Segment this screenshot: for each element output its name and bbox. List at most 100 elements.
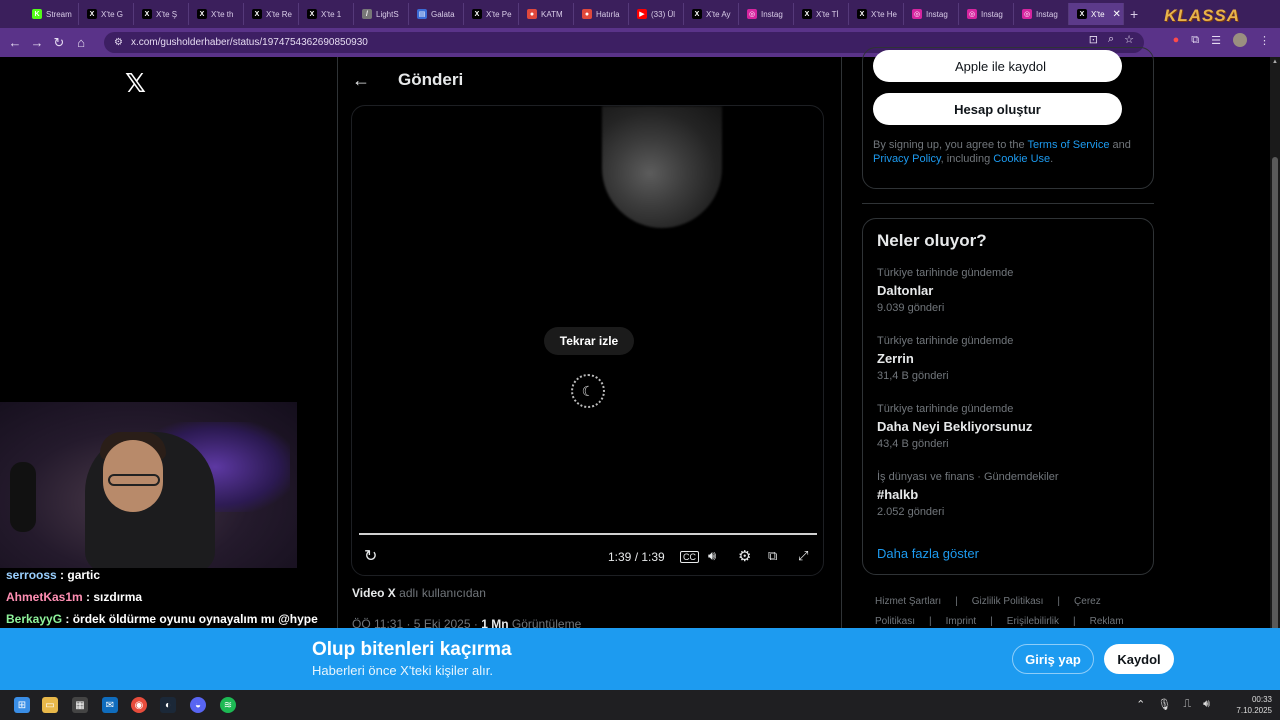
back-icon[interactable]: ← <box>4 32 26 54</box>
trend-context: Türkiye tarihinde gündemde <box>877 403 1014 415</box>
footer-separator: | <box>1057 596 1061 607</box>
scroll-thumb[interactable] <box>1272 157 1278 697</box>
tab-favicon-icon: / <box>362 9 372 19</box>
bookmark-star-icon[interactable]: ☆ <box>1124 33 1134 46</box>
home-icon[interactable]: ⌂ <box>70 32 92 54</box>
tab-label: X'te Ay <box>706 9 731 19</box>
reload-icon[interactable]: ↻ <box>48 32 70 54</box>
system-tray: ⌃ 🎙︎ ⎍ 🔊︎ <box>1136 698 1210 711</box>
browser-tab[interactable]: X X'te Ş <box>134 3 189 25</box>
file-explorer-icon[interactable]: ▭ <box>42 697 58 713</box>
tab-favicon-icon: X <box>307 9 317 19</box>
clock-date: 7.10.2025 <box>1236 706 1272 715</box>
settings-gear-icon[interactable]: ⚙ <box>738 547 751 565</box>
pip-icon[interactable]: ⧉ <box>768 548 777 564</box>
footer-link[interactable]: Gizlilik Politikası <box>972 596 1044 607</box>
browser-tab[interactable]: ▤ Galata <box>409 3 464 25</box>
browser-tab[interactable]: X X'te He <box>849 3 904 25</box>
spotify-icon[interactable]: ≋ <box>220 697 236 713</box>
steam-icon[interactable]: ◐ <box>160 697 176 713</box>
page-scrollbar[interactable]: ▲ <box>1270 57 1280 697</box>
source-user-link[interactable]: Video X <box>352 586 396 600</box>
trend-item[interactable]: İş dünyası ve finans · Gündemdekiler #hal… <box>877 471 1137 518</box>
browser-tab[interactable]: ◎ Instag <box>739 3 794 25</box>
browser-tab[interactable]: X X'te 1 <box>299 3 354 25</box>
mic-icon[interactable]: 🎙︎ <box>1157 698 1171 711</box>
apple-signup-button[interactable]: Apple ile kaydol <box>873 50 1122 82</box>
video-progress-bar[interactable] <box>359 533 817 535</box>
browser-tab[interactable]: X X'te G <box>79 3 134 25</box>
profile-avatar[interactable] <box>1233 33 1247 47</box>
extensions-icon[interactable]: ⧉ <box>1191 34 1199 47</box>
install-icon[interactable]: ⊡ <box>1089 33 1098 46</box>
tab-favicon-icon: ◎ <box>747 9 757 19</box>
browser-tab[interactable]: X X'te Re <box>244 3 299 25</box>
post-column: ← Gönderi Tekrar izle ☾ ↻ 1:39 / 1:39 CC… <box>337 57 842 690</box>
system-clock[interactable]: 00:33 7.10.2025 <box>1222 694 1272 716</box>
browser-tab[interactable]: X X'te Tİ <box>794 3 849 25</box>
browser-tab[interactable]: ◎ Instag <box>904 3 959 25</box>
browser-tab[interactable]: ▶ (33) Ül <box>629 3 684 25</box>
volume-icon[interactable]: 🔊︎ <box>708 548 716 564</box>
site-info-icon[interactable]: ⚙ <box>114 37 123 48</box>
legal-text: By signing up, you agree to the Terms of… <box>873 138 1143 166</box>
browser-tab[interactable]: ◎ Instag <box>959 3 1014 25</box>
create-account-button[interactable]: Hesap oluştur <box>873 93 1122 125</box>
trend-item[interactable]: Türkiye tarihinde gündemde Daha Neyi Bekl… <box>877 403 1137 450</box>
trend-item[interactable]: Türkiye tarihinde gündemde Zerrin 31,4 B g… <box>877 335 1137 382</box>
scroll-up-icon[interactable]: ▲ <box>1270 59 1280 65</box>
video-player[interactable]: Tekrar izle ☾ ↻ 1:39 / 1:39 CC 🔊︎ ⚙ ⧉ ⤢ <box>351 105 824 576</box>
browser-tab[interactable]: K Stream <box>24 3 79 25</box>
browser-tab[interactable]: X X'te th <box>189 3 244 25</box>
tab-close-icon[interactable]: ✕ <box>1113 9 1121 20</box>
replay-button[interactable]: Tekrar izle <box>544 327 634 355</box>
trend-count: 31,4 B gönderi <box>877 370 949 382</box>
captions-icon[interactable]: CC <box>680 551 699 563</box>
signup-button[interactable]: Kaydol <box>1104 644 1174 674</box>
chat-username: BerkayyG <box>6 612 63 626</box>
browser-tab[interactable]: X X'te Ay <box>684 3 739 25</box>
mail-icon[interactable]: ✉ <box>102 697 118 713</box>
tab-label: X'te Re <box>266 9 292 19</box>
trend-item[interactable]: Türkiye tarihinde gündemde Daltonlar 9.039… <box>877 267 1137 314</box>
browser-tab[interactable]: ● Hatırla <box>574 3 629 25</box>
taskbar-app-icon[interactable]: ▦ <box>72 697 88 713</box>
right-sidebar: Apple ile kaydol Hesap oluştur By signin… <box>843 47 1280 690</box>
browser-tab[interactable]: ◎ Instag <box>1014 3 1069 25</box>
chrome-icon[interactable]: ◉ <box>131 697 147 713</box>
cookie-link[interactable]: Cookie Use <box>993 153 1050 165</box>
extension-record-icon[interactable]: ● <box>1173 34 1180 46</box>
tab-label: X'te 1 <box>321 9 342 19</box>
login-button[interactable]: Giriş yap <box>1012 644 1094 674</box>
trends-card: Neler oluyor? Türkiye tarihinde gündemde… <box>862 218 1154 575</box>
replay-icon[interactable]: ↻ <box>364 546 377 566</box>
browser-tab[interactable]: X X'te ✕ <box>1069 3 1124 25</box>
reading-list-icon[interactable]: ☰ <box>1211 34 1221 47</box>
footer-link[interactable]: Hizmet Şartları <box>875 596 941 607</box>
discord-icon[interactable]: ◒ <box>190 697 206 713</box>
tab-favicon-icon: ◎ <box>1022 9 1032 19</box>
windows-start-icon[interactable]: ⊞ <box>14 697 30 713</box>
fullscreen-icon[interactable]: ⤢ <box>798 548 808 564</box>
network-icon[interactable]: ⎍ <box>1183 698 1191 711</box>
footer-link[interactable]: Imprint <box>946 616 977 627</box>
tray-chevron-icon[interactable]: ⌃ <box>1136 698 1145 711</box>
zoom-icon[interactable]: ⌕ <box>1108 33 1114 46</box>
footer-link[interactable]: Erişilebilirlik <box>1007 616 1059 627</box>
new-tab-icon[interactable]: + <box>1130 6 1138 22</box>
trend-name: Daha Neyi Bekliyorsunuz <box>877 419 1033 434</box>
terms-link[interactable]: Terms of Service <box>1028 139 1110 151</box>
browser-tab[interactable]: X X'te Pe <box>464 3 519 25</box>
browser-tab[interactable]: ● KATM <box>519 3 574 25</box>
privacy-link[interactable]: Privacy Policy <box>873 153 941 165</box>
browser-menu-icon[interactable]: ⋮ <box>1259 34 1270 47</box>
speaker-icon[interactable]: 🔊︎ <box>1203 698 1210 711</box>
tab-label: Instag <box>926 9 948 19</box>
x-logo-icon[interactable]: 𝕏 <box>125 68 146 99</box>
chat-text: : sızdırma <box>86 590 143 604</box>
browser-tab[interactable]: / LightS <box>354 3 409 25</box>
back-arrow-icon[interactable]: ← <box>352 70 388 91</box>
video-controls: ↻ 1:39 / 1:39 CC 🔊︎ ⚙ ⧉ ⤢ <box>352 546 823 568</box>
show-more-link[interactable]: Daha fazla göster <box>877 546 979 561</box>
forward-icon[interactable]: → <box>26 32 48 54</box>
